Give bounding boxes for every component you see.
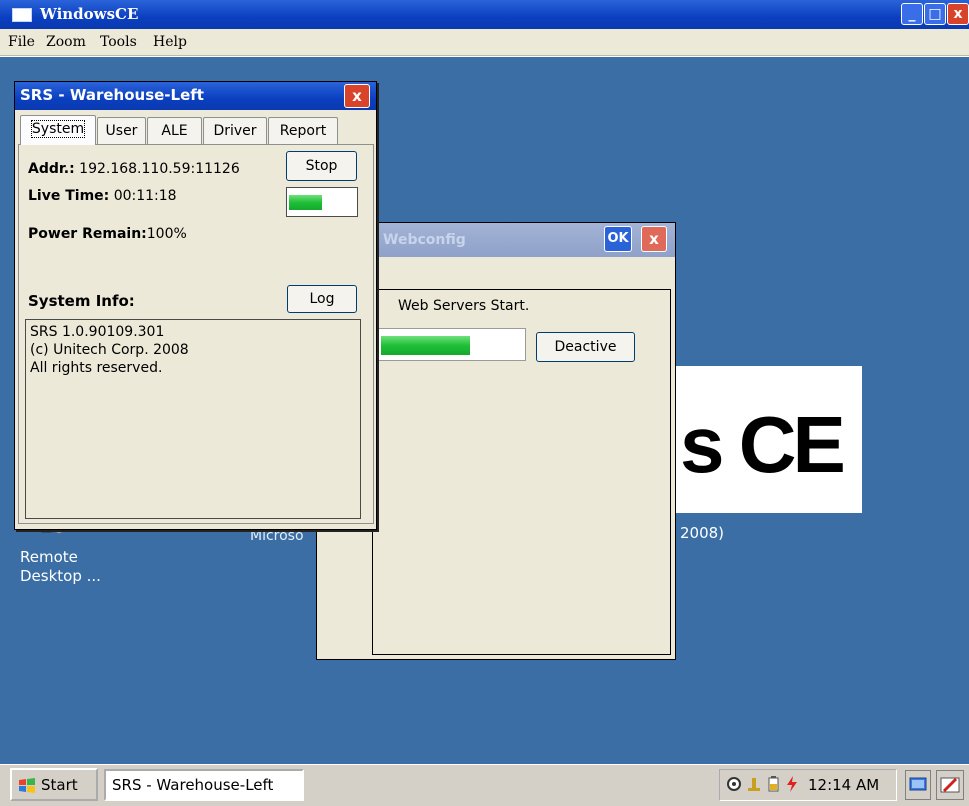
tab-system[interactable]: System — [20, 115, 96, 145]
address-value: 192.168.110.59:11126 — [79, 161, 240, 177]
emulator-title-bar[interactable] — [0, 0, 969, 29]
tab-ale[interactable]: ALE — [147, 117, 202, 144]
menu-bar: File Zoom Tools Help — [0, 29, 969, 56]
menu-tools[interactable]: Tools — [100, 34, 137, 50]
show-desktop-button[interactable] — [905, 770, 931, 800]
livetime-label: Live Time: — [28, 188, 110, 204]
wallpaper-caption-left: Microso — [250, 528, 304, 544]
log-button[interactable]: Log — [287, 285, 357, 313]
start-label: Start — [41, 776, 78, 794]
tab-report[interactable]: Report — [268, 117, 338, 144]
web-server-status: Web Servers Start. — [398, 298, 530, 314]
minimize-button[interactable]: _ — [901, 3, 923, 25]
power-icon[interactable] — [784, 775, 800, 793]
start-button[interactable]: Start — [10, 768, 98, 801]
desktop-icon — [909, 777, 927, 791]
address-label: Addr.: — [28, 161, 75, 177]
close-button[interactable]: x — [947, 3, 969, 25]
system-info-label: System Info: — [28, 292, 135, 310]
tab-user[interactable]: User — [97, 117, 146, 144]
wallpaper-logo-text: s CE — [680, 400, 846, 489]
menu-zoom[interactable]: Zoom — [46, 34, 86, 50]
livetime-progress-fill — [289, 195, 322, 210]
stop-button[interactable]: Stop — [286, 151, 357, 181]
pen-icon — [940, 777, 960, 793]
battery-icon[interactable] — [766, 775, 782, 793]
srs-close-button[interactable]: x — [344, 84, 370, 108]
emulator-title: WindowsCE — [40, 5, 139, 23]
system-info-text[interactable]: SRS 1.0.90109.301 (c) Unitech Corp. 2008 A… — [25, 319, 361, 519]
windows-flag-icon — [19, 778, 35, 793]
input-panel-button[interactable] — [936, 770, 964, 800]
web-server-progress-fill — [381, 336, 470, 355]
info-line: All rights reserved. — [30, 360, 163, 376]
power-value: 100% — [146, 226, 187, 242]
livetime-value: 00:11:18 — [113, 188, 177, 204]
wallpaper-caption-right: 2008) — [680, 524, 725, 542]
clock[interactable]: 12:14 AM — [808, 776, 879, 794]
webconfig-close-button[interactable]: x — [641, 226, 667, 252]
menu-file[interactable]: File — [8, 34, 35, 50]
deactive-button[interactable]: Deactive — [536, 332, 635, 362]
power-row: Power Remain:100% — [28, 226, 187, 242]
usb-icon[interactable] — [746, 775, 762, 793]
menu-help[interactable]: Help — [153, 34, 187, 50]
taskbar-item-srs[interactable]: SRS - Warehouse-Left — [104, 769, 304, 801]
window-icon — [12, 8, 32, 22]
network-icon[interactable] — [726, 775, 742, 793]
remote-desktop-label[interactable]: Remote Desktop ... — [20, 548, 110, 586]
ok-button[interactable]: OK — [604, 226, 632, 252]
address-row: Addr.: 192.168.110.59:11126 — [28, 161, 283, 177]
webconfig-title: Webconfig — [383, 232, 466, 248]
livetime-row: Live Time: 00:11:18 — [28, 188, 177, 204]
srs-title: SRS - Warehouse-Left — [20, 86, 204, 104]
livetime-progress-bar — [286, 187, 358, 217]
tab-driver[interactable]: Driver — [203, 117, 267, 144]
maximize-button[interactable]: □ — [924, 3, 946, 25]
power-label: Power Remain: — [28, 226, 147, 242]
info-line: (c) Unitech Corp. 2008 — [30, 342, 189, 358]
info-line: SRS 1.0.90109.301 — [30, 324, 165, 340]
web-server-progress-bar — [378, 328, 526, 361]
